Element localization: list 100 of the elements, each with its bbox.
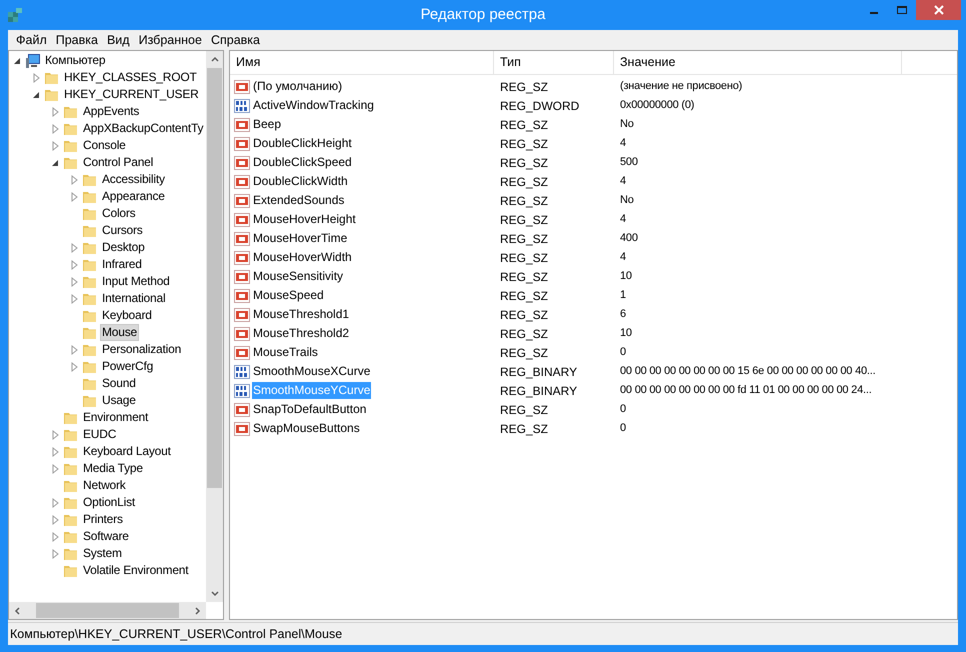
tree-item[interactable]: Volatile Environment xyxy=(81,562,190,579)
value-data: 4 xyxy=(619,136,626,152)
value-type: REG_SZ xyxy=(499,344,550,362)
value-data: 1 xyxy=(619,288,626,304)
tree-item[interactable]: Media Type xyxy=(81,460,145,477)
tree-item[interactable]: HKEY_CURRENT_USER xyxy=(62,86,201,103)
string-value-icon xyxy=(234,268,250,284)
value-type: REG_SZ xyxy=(499,326,550,342)
value-name[interactable]: DoubleClickHeight xyxy=(252,135,353,152)
string-value-icon xyxy=(234,174,250,190)
value-name[interactable]: MouseThreshold1 xyxy=(252,306,350,323)
column-header[interactable]: Тип xyxy=(494,51,614,74)
value-type: REG_SZ xyxy=(499,212,550,228)
value-type: REG_SZ xyxy=(499,250,550,266)
tree-item[interactable]: Cursors xyxy=(100,222,145,239)
tree-item[interactable]: Network xyxy=(81,477,128,494)
value-type: REG_SZ xyxy=(499,268,550,286)
value-name[interactable]: (По умолчанию) xyxy=(252,78,344,95)
string-value-icon xyxy=(234,78,250,94)
value-data: 400 xyxy=(619,231,638,246)
scroll-up-icon[interactable] xyxy=(210,54,220,64)
binary-value-icon xyxy=(234,98,250,114)
tree-item[interactable]: Input Method xyxy=(100,273,172,290)
tree-item[interactable]: Control Panel xyxy=(81,154,156,171)
tree-item[interactable]: HKEY_CLASSES_ROOT xyxy=(62,69,199,86)
value-data: 4 xyxy=(619,250,626,266)
registry-app-icon[interactable] xyxy=(6,6,24,24)
tree-item[interactable]: International xyxy=(100,290,168,307)
tree-item[interactable]: Keyboard Layout xyxy=(81,443,173,460)
string-value-icon xyxy=(234,212,250,228)
scroll-down-icon[interactable] xyxy=(210,589,220,599)
computer-icon xyxy=(25,52,41,68)
value-data: 00 00 00 00 00 00 00 00 15 6e 00 00 00 00 00 00 40... xyxy=(619,364,876,380)
close-icon xyxy=(934,5,944,15)
string-value-icon xyxy=(234,154,250,170)
scrollbar-thumb[interactable] xyxy=(36,603,179,618)
value-type: REG_BINARY xyxy=(499,382,578,400)
value-name[interactable]: SnapToDefaultButton xyxy=(252,401,368,418)
value-name[interactable]: MouseHoverWidth xyxy=(252,249,353,266)
string-value-icon xyxy=(234,136,250,152)
scroll-right-icon[interactable] xyxy=(193,606,203,616)
tree-item[interactable]: AppEvents xyxy=(81,103,142,120)
menu-item[interactable]: Избранное xyxy=(134,30,206,50)
value-name[interactable]: MouseSensitivity xyxy=(252,268,344,285)
value-data: 4 xyxy=(619,174,626,190)
column-header[interactable]: Значение xyxy=(614,51,902,74)
tree-item[interactable]: Software xyxy=(81,528,131,545)
horizontal-scrollbar[interactable] xyxy=(9,602,206,619)
window-title: Редактор реестра xyxy=(420,4,546,25)
tree-item[interactable]: Environment xyxy=(81,409,150,426)
value-name[interactable]: MouseHoverHeight xyxy=(252,211,357,228)
tree-item[interactable]: PowerCfg xyxy=(100,358,156,375)
value-name[interactable]: DoubleClickWidth xyxy=(252,173,349,190)
tree-item[interactable]: Appearance xyxy=(100,188,167,205)
value-type: REG_SZ xyxy=(499,154,550,172)
column-header[interactable]: Имя xyxy=(230,51,494,74)
tree-item[interactable]: Colors xyxy=(100,205,138,222)
value-name[interactable]: ActiveWindowTracking xyxy=(252,97,375,114)
close-button[interactable] xyxy=(916,0,961,20)
menu-item[interactable]: Правка xyxy=(52,30,102,50)
value-type: REG_SZ xyxy=(499,420,550,438)
value-data: No xyxy=(619,193,634,208)
value-type: REG_SZ xyxy=(499,174,550,190)
scroll-left-icon[interactable] xyxy=(12,606,22,616)
tree-item[interactable]: Desktop xyxy=(100,239,147,256)
tree-item[interactable]: Компьютер xyxy=(43,52,108,69)
value-type: REG_SZ xyxy=(499,230,550,248)
tree-item[interactable]: EUDC xyxy=(81,426,118,443)
vertical-scrollbar[interactable] xyxy=(206,51,223,602)
value-name[interactable]: MouseThreshold2 xyxy=(252,325,350,342)
tree-item[interactable]: AppXBackupContentTy xyxy=(81,120,206,137)
value-name[interactable]: Beep xyxy=(252,116,282,133)
tree-item[interactable]: Sound xyxy=(100,375,138,392)
tree-item[interactable]: Infrared xyxy=(100,256,144,273)
tree-item[interactable]: System xyxy=(81,545,124,562)
menu-item[interactable]: Справка xyxy=(206,30,264,50)
value-name[interactable]: MouseSpeed xyxy=(252,287,325,304)
tree-item[interactable]: Mouse xyxy=(100,324,140,341)
tree-item[interactable]: OptionList xyxy=(81,494,138,511)
value-type: REG_SZ xyxy=(499,402,550,418)
value-data: 0 xyxy=(619,345,626,360)
value-name[interactable]: MouseTrails xyxy=(252,344,319,361)
string-value-icon xyxy=(234,288,250,304)
menu-item[interactable]: Вид xyxy=(102,30,134,50)
tree-item[interactable]: Personalization xyxy=(100,341,184,358)
tree-item[interactable]: Printers xyxy=(81,511,125,528)
value-data: 6 xyxy=(619,307,626,322)
menu-item[interactable]: Файл xyxy=(12,30,51,50)
string-value-icon xyxy=(234,116,250,132)
tree-item[interactable]: Accessibility xyxy=(100,171,167,188)
tree-item[interactable]: Usage xyxy=(100,392,138,409)
value-name[interactable]: SmoothMouseXCurve xyxy=(252,363,372,380)
tree-item[interactable]: Keyboard xyxy=(100,307,154,324)
scrollbar-thumb[interactable] xyxy=(207,68,222,488)
tree-item[interactable]: Console xyxy=(81,137,128,154)
value-name[interactable]: MouseHoverTime xyxy=(252,230,348,247)
value-name[interactable]: DoubleClickSpeed xyxy=(252,154,353,171)
value-name[interactable]: SwapMouseButtons xyxy=(252,420,361,437)
value-data: No xyxy=(619,117,634,132)
value-name[interactable]: ExtendedSounds xyxy=(252,192,346,209)
